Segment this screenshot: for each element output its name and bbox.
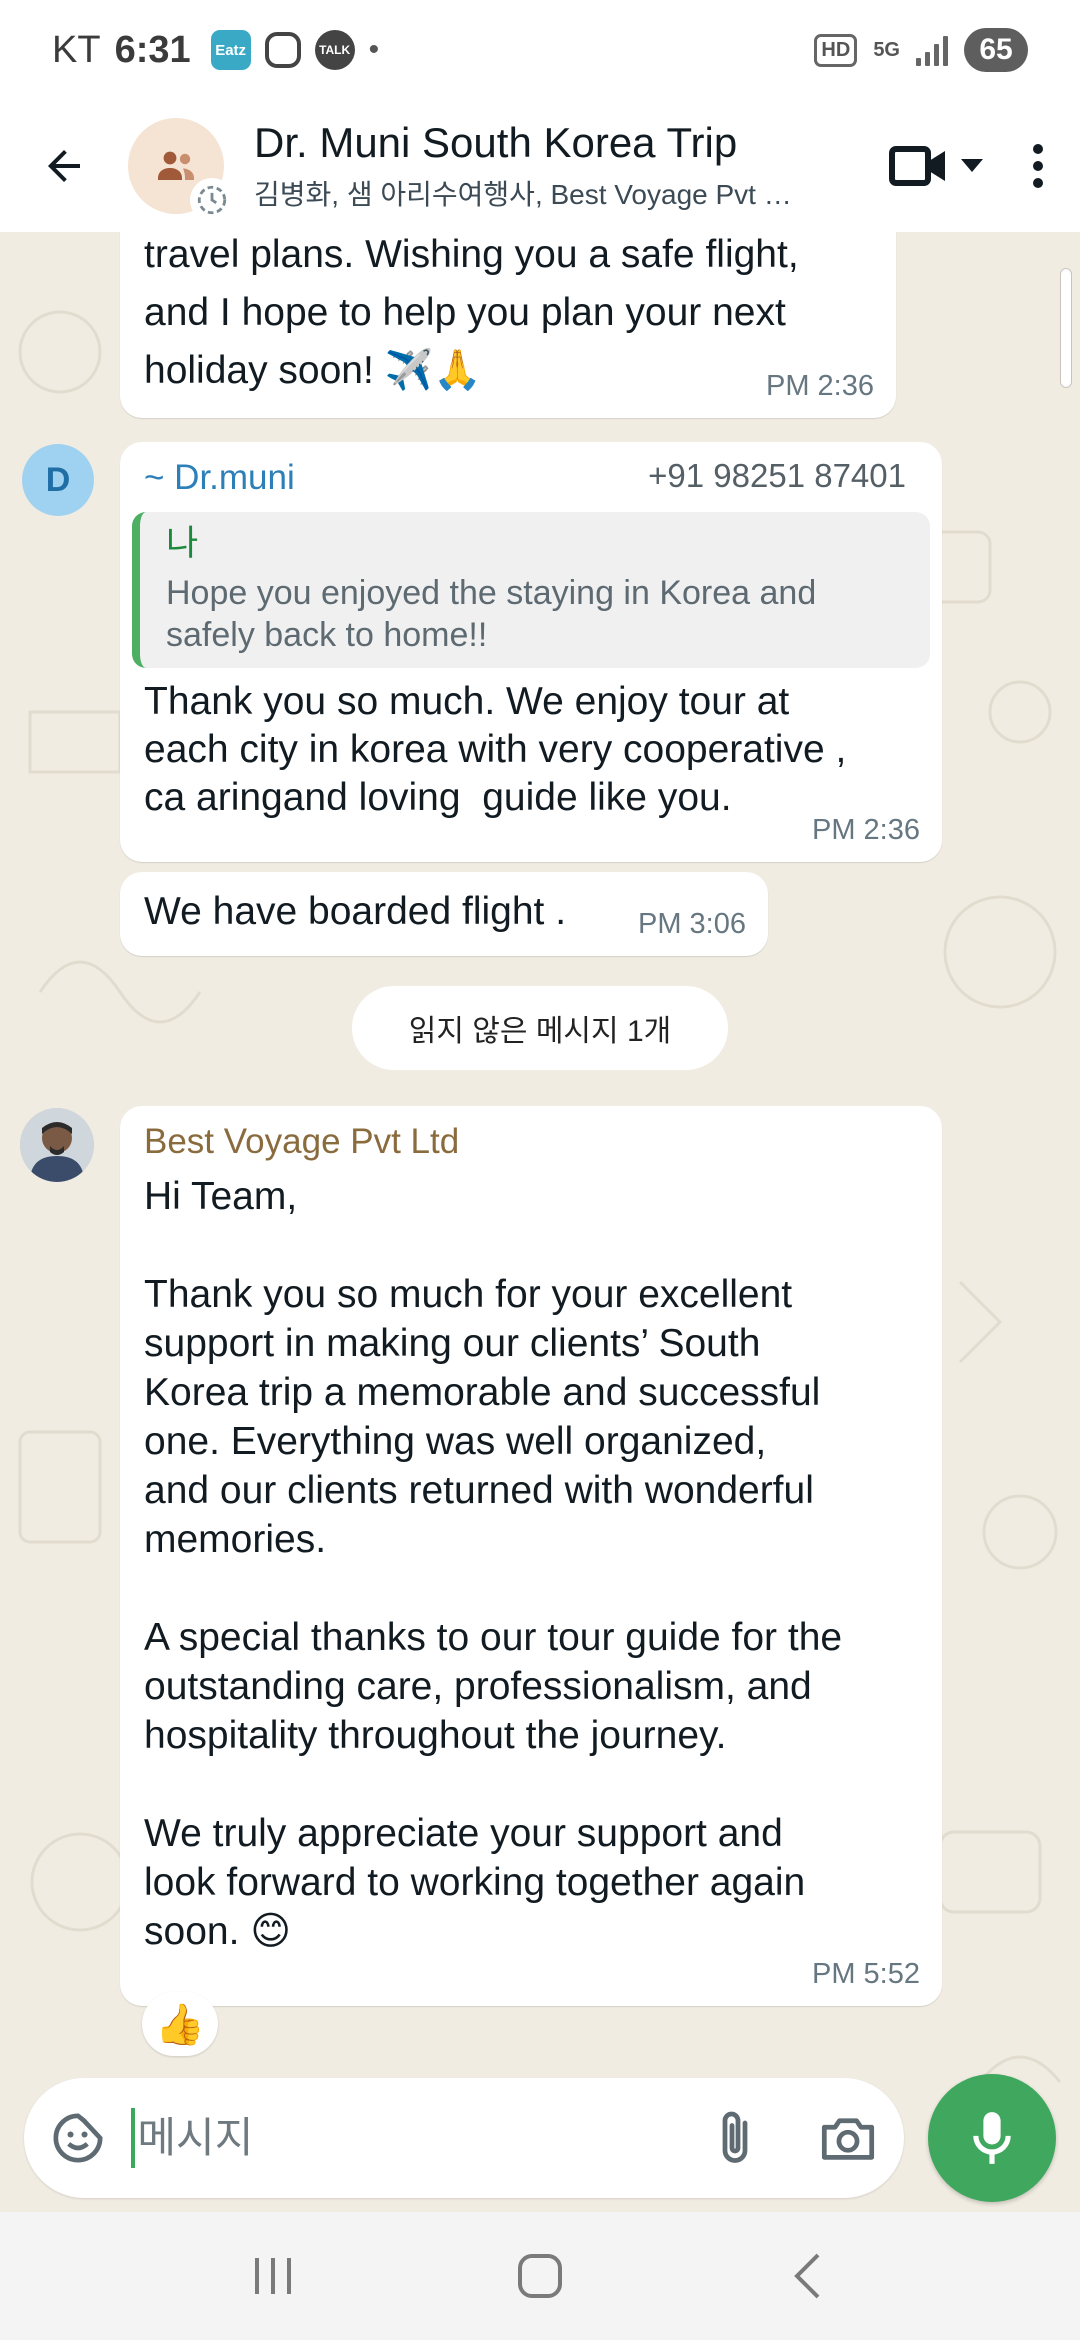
message-time: PM 3:06 — [638, 908, 746, 940]
chat-header: Dr. Muni South Korea Trip 김병화, 샘 아리수여행사,… — [0, 100, 1080, 232]
message-text: travel plans. Wishing you a safe flight,… — [144, 233, 799, 392]
chat-participants: 김병화, 샘 아리수여행사, Best Voyage Pvt Ltd — [254, 179, 794, 210]
sticker-icon — [53, 2113, 103, 2163]
unread-messages-divider: 읽지 않은 메시지 1개 — [352, 986, 728, 1070]
signal-strength-icon — [916, 34, 948, 66]
carrier-label: KT — [52, 28, 101, 71]
voice-message-button[interactable] — [928, 2074, 1056, 2202]
message-bubble[interactable]: ~ Dr.muni +91 98251 87401 나 Hope you enj… — [120, 442, 942, 862]
camera-icon — [821, 2118, 874, 2160]
home-icon — [517, 2254, 562, 2298]
status-ring-icon — [190, 178, 234, 222]
message-text: Hi Team, Thank you so much for your exce… — [144, 1175, 843, 1953]
attach-button[interactable] — [678, 2078, 791, 2198]
group-avatar[interactable] — [128, 118, 234, 222]
message-bubble[interactable]: travel plans. Wishing you a safe flight,… — [120, 232, 896, 418]
status-right: HD 5G 65 — [814, 28, 1028, 72]
message-bubble[interactable]: We have boarded flight . PM 3:06 — [120, 872, 768, 956]
instagram-icon — [264, 32, 301, 68]
chevron-left-icon — [793, 2253, 820, 2299]
network-5g-icon: 5G — [873, 39, 900, 61]
quoted-message[interactable]: 나 Hope you enjoyed the staying in Korea … — [132, 512, 930, 668]
system-back-button[interactable] — [747, 2226, 867, 2326]
chat-scrollbar[interactable] — [1060, 268, 1072, 388]
message-reaction[interactable]: 👍 — [142, 1992, 218, 2056]
message-input[interactable] — [131, 2108, 679, 2168]
hd-voice-icon: HD — [814, 33, 858, 67]
arrow-left-icon — [48, 150, 80, 182]
message-bubble[interactable]: Best Voyage Pvt Ltd Hi Team, Thank you s… — [120, 1106, 942, 2006]
message-time: PM 2:36 — [766, 370, 874, 402]
sticker-button[interactable] — [24, 2078, 131, 2198]
paperclip-icon — [722, 2111, 748, 2163]
eatz-app-icon: Eatz — [210, 30, 251, 70]
sender-avatar[interactable]: D — [22, 444, 94, 516]
message-time: PM 5:52 — [812, 1958, 920, 1990]
person-photo-icon — [20, 1108, 94, 1182]
status-left: KT 6:31 Eatz TALK • — [52, 29, 379, 72]
microphone-icon — [973, 2112, 1011, 2164]
message-composer — [24, 2078, 904, 2198]
camera-button[interactable] — [791, 2078, 904, 2198]
video-camera-icon — [889, 146, 945, 186]
kakaotalk-icon: TALK — [314, 30, 355, 70]
quoted-author: 나 — [166, 524, 199, 563]
group-people-icon — [158, 151, 194, 180]
sender-phone: +91 98251 87401 — [648, 457, 906, 494]
more-options-button[interactable] — [996, 116, 1080, 216]
header-actions — [876, 116, 1080, 216]
caret-down-icon — [961, 159, 983, 172]
recent-apps-button[interactable] — [213, 2226, 333, 2326]
status-bar: KT 6:31 Eatz TALK • HD 5G 65 — [0, 0, 1080, 100]
sender-avatar[interactable] — [20, 1108, 94, 1182]
chat-info[interactable]: Dr. Muni South Korea Trip 김병화, 샘 아리수여행사,… — [254, 119, 794, 213]
more-notifications-dot-icon: • — [368, 33, 380, 66]
home-button[interactable] — [480, 2226, 600, 2326]
recent-apps-icon — [255, 2258, 292, 2294]
video-call-button[interactable] — [876, 116, 996, 216]
more-vertical-icon — [1033, 144, 1043, 188]
message-text: Thank you so much. We enjoy tour at each… — [144, 680, 847, 819]
chat-title: Dr. Muni South Korea Trip — [254, 119, 738, 166]
quoted-text: Hope you enjoyed the staying in Korea an… — [166, 574, 817, 654]
message-time: PM 2:36 — [812, 814, 920, 846]
status-time: 6:31 — [114, 28, 191, 71]
chat-messages[interactable]: travel plans. Wishing you a safe flight,… — [0, 232, 1080, 2212]
back-button[interactable] — [0, 100, 128, 232]
system-navigation-bar — [0, 2212, 1080, 2340]
battery-level: 65 — [964, 28, 1028, 72]
sender-name[interactable]: Best Voyage Pvt Ltd — [144, 1118, 918, 1166]
